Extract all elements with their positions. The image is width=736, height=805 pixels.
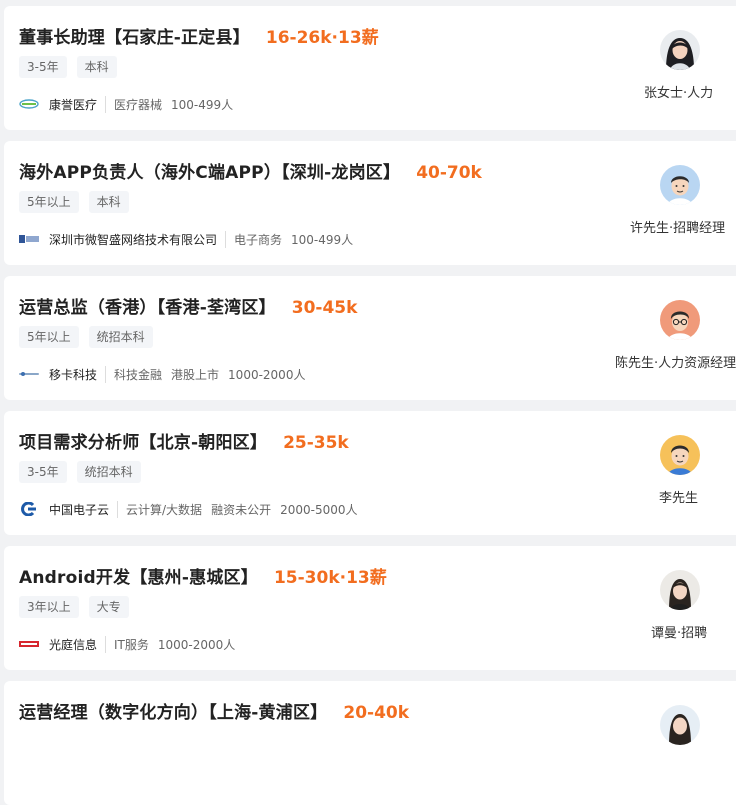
job-title[interactable]: 项目需求分析师【北京-朝阳区】 xyxy=(19,428,267,453)
job-salary: 30-45k xyxy=(291,298,358,318)
company-info: 深圳市微智盛网络技术有限公司 电子商务 100-499人 xyxy=(19,229,353,249)
recruiter[interactable]: 李先生 xyxy=(615,435,736,531)
company-size: 1000-2000人 xyxy=(228,367,306,382)
job-salary: 15-30k·13薪 xyxy=(273,568,387,588)
company-stage: 港股上市 xyxy=(171,367,220,382)
job-tags: 3年以上 大专 xyxy=(19,596,129,618)
company-size: 100-499人 xyxy=(291,232,354,247)
company-info: 光庭信息 IT服务 1000-2000人 xyxy=(19,634,235,654)
job-salary: 40-70k xyxy=(416,163,482,183)
job-card[interactable]: 董事长助理【石家庄-正定县】 16-26k·13薪 3-5年 本科 康誉医疗 医… xyxy=(4,6,736,130)
cec-cloud-logo-icon xyxy=(19,502,39,516)
job-card[interactable]: Android开发【惠州-惠城区】 15-30k·13薪 3年以上 大专 光庭信… xyxy=(4,546,736,670)
job-salary: 25-35k xyxy=(283,433,349,453)
experience-tag: 3年以上 xyxy=(19,596,79,618)
company-stage: 融资未公开 xyxy=(211,502,272,517)
recruiter-name: 谭曼·招聘 xyxy=(651,626,708,641)
education-tag: 大专 xyxy=(88,596,129,618)
experience-tag: 3-5年 xyxy=(19,56,67,78)
company-info: 康誉医疗 医疗器械 100-499人 xyxy=(19,94,233,114)
company-industry: 科技金融 xyxy=(105,365,162,383)
recruiter[interactable] xyxy=(615,705,736,801)
recruiter[interactable]: 张女士·人力 xyxy=(615,30,736,126)
recruiter-name: 陈先生·人力资源经理 xyxy=(615,356,736,371)
company-name[interactable]: 移卡科技 xyxy=(49,366,97,383)
company-industry: 电子商务 xyxy=(225,230,282,248)
job-title[interactable]: 海外APP负责人（海外C端APP）【深圳-龙岗区】 xyxy=(19,158,400,183)
education-tag: 统招本科 xyxy=(88,326,153,348)
kangyu-logo-icon xyxy=(19,97,39,111)
company-industry: 医疗器械 xyxy=(105,95,162,113)
company-info: 中国电子云 云计算/大数据 融资未公开 2000-5000人 xyxy=(19,499,358,519)
cartoon-man-avatar-icon xyxy=(660,435,700,475)
company-name[interactable]: 中国电子云 xyxy=(49,501,109,518)
job-tags: 5年以上 本科 xyxy=(19,191,129,213)
experience-tag: 5年以上 xyxy=(19,326,79,348)
recruiter[interactable]: 谭曼·招聘 xyxy=(615,570,736,666)
education-tag: 本科 xyxy=(76,56,117,78)
education-tag: 统招本科 xyxy=(76,461,141,483)
company-size: 100-499人 xyxy=(171,97,234,112)
job-title[interactable]: 运营总监（香港）【香港-荃湾区】 xyxy=(19,293,276,318)
job-title[interactable]: 董事长助理【石家庄-正定县】 xyxy=(19,23,250,48)
job-card[interactable]: 项目需求分析师【北京-朝阳区】 25-35k 3-5年 统招本科 中国电子云 云… xyxy=(4,411,736,535)
recruiter[interactable]: 许先生·招聘经理 xyxy=(615,165,736,261)
experience-tag: 5年以上 xyxy=(19,191,79,213)
job-salary: 16-26k·13薪 xyxy=(265,28,379,48)
education-tag: 本科 xyxy=(88,191,129,213)
job-card[interactable]: 海外APP负责人（海外C端APP）【深圳-龙岗区】 40-70k 5年以上 本科… xyxy=(4,141,736,265)
recruiter[interactable]: 陈先生·人力资源经理 xyxy=(615,300,736,396)
company-info: 移卡科技 科技金融 港股上市 1000-2000人 xyxy=(19,364,305,384)
recruiter-name: 许先生·招聘经理 xyxy=(630,221,726,236)
company-size: 1000-2000人 xyxy=(157,637,236,652)
job-card[interactable]: 运营经理（数字化方向）【上海-黄浦区】 20-40k xyxy=(4,681,736,805)
job-tags: 5年以上 统招本科 xyxy=(19,326,153,348)
female-photo-avatar-icon xyxy=(660,705,700,745)
recruiter-name: 张女士·人力 xyxy=(644,86,714,101)
weizhisheng-logo-icon xyxy=(19,232,39,246)
job-tags: 3-5年 统招本科 xyxy=(19,461,141,483)
yika-logo-icon xyxy=(19,367,39,381)
job-title[interactable]: Android开发【惠州-惠城区】 xyxy=(19,563,258,588)
cartoon-man-avatar-icon xyxy=(660,165,700,205)
job-title[interactable]: 运营经理（数字化方向）【上海-黄浦区】 xyxy=(19,698,327,723)
company-industry: 云计算/大数据 xyxy=(117,500,202,518)
cartoon-glasses-man-avatar-icon xyxy=(660,300,700,340)
job-tags: 3-5年 本科 xyxy=(19,56,117,78)
job-card[interactable]: 运营总监（香港）【香港-荃湾区】 30-45k 5年以上 统招本科 移卡科技 科… xyxy=(4,276,736,400)
recruiter-name: 李先生 xyxy=(659,491,699,506)
female-photo-avatar-icon xyxy=(660,570,700,610)
experience-tag: 3-5年 xyxy=(19,461,67,483)
company-name[interactable]: 康誉医疗 xyxy=(49,96,97,113)
company-size: 2000-5000人 xyxy=(280,502,358,517)
female-photo-avatar-icon xyxy=(660,30,700,70)
job-salary: 20-40k xyxy=(343,703,410,723)
company-name[interactable]: 光庭信息 xyxy=(49,636,97,653)
kotei-logo-icon xyxy=(19,637,39,651)
company-name[interactable]: 深圳市微智盛网络技术有限公司 xyxy=(49,231,217,248)
company-industry: IT服务 xyxy=(105,635,149,653)
